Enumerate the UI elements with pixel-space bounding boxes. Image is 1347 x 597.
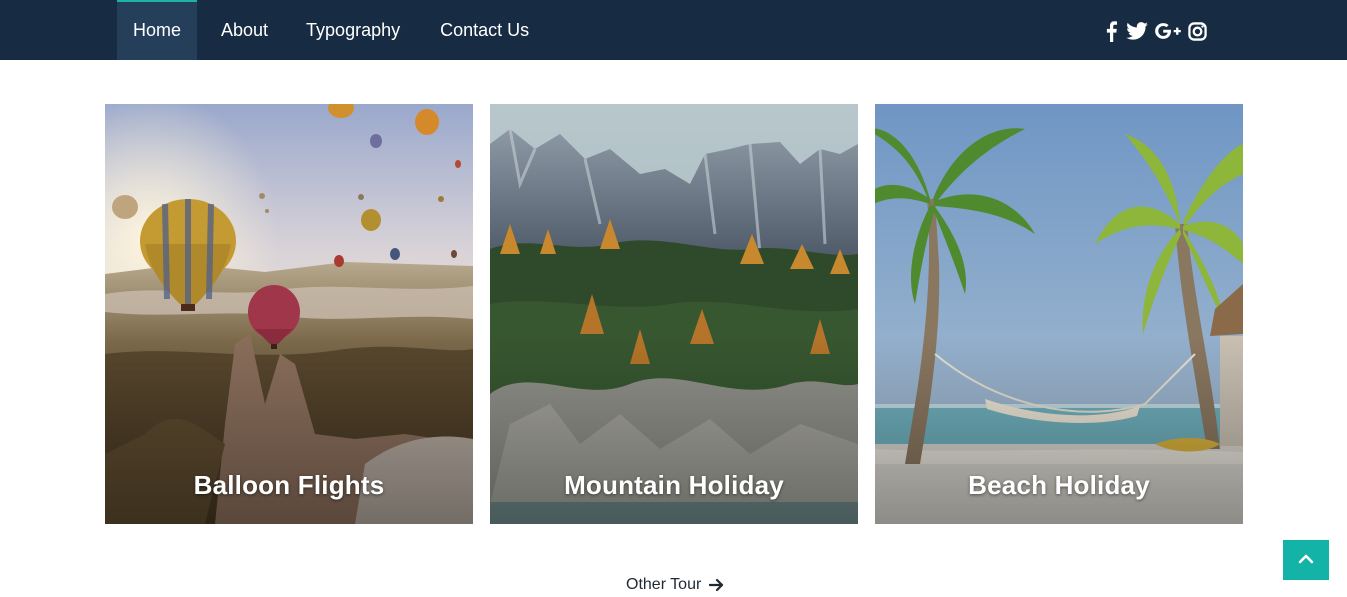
- facebook-icon[interactable]: [1104, 20, 1118, 42]
- chevron-up-icon: [1298, 551, 1314, 569]
- instagram-icon[interactable]: [1187, 20, 1207, 42]
- nav-item-typography[interactable]: Typography: [290, 0, 416, 60]
- tour-card-balloon-flights[interactable]: Balloon Flights: [105, 104, 473, 524]
- social-links: [1104, 19, 1207, 43]
- card-title-balloon-flights: Balloon Flights: [193, 470, 385, 500]
- nav-item-contact-us[interactable]: Contact Us: [424, 0, 545, 60]
- nav-item-home[interactable]: Home: [117, 0, 197, 60]
- twitter-icon[interactable]: [1126, 20, 1148, 42]
- arrow-right-icon: [709, 578, 724, 592]
- card-overlay: [490, 104, 858, 524]
- tour-card-mountain-holiday[interactable]: Mountain Holiday: [490, 104, 858, 524]
- other-tour-link[interactable]: Other Tour: [626, 573, 724, 597]
- nav-item-about[interactable]: About: [205, 0, 284, 60]
- main-menu: Home About Typography Contact Us: [117, 0, 545, 60]
- card-overlay: [875, 104, 1243, 524]
- card-overlay: [105, 104, 473, 524]
- top-navbar: Home About Typography Contact Us: [0, 0, 1347, 60]
- card-title-beach-holiday: Beach Holiday: [968, 470, 1150, 500]
- back-to-top-button[interactable]: [1283, 540, 1329, 580]
- card-title-mountain-holiday: Mountain Holiday: [564, 470, 784, 500]
- other-tour-label: Other Tour: [626, 576, 702, 593]
- tour-card-beach-holiday[interactable]: Beach Holiday: [875, 104, 1243, 524]
- google-plus-icon[interactable]: [1155, 20, 1181, 42]
